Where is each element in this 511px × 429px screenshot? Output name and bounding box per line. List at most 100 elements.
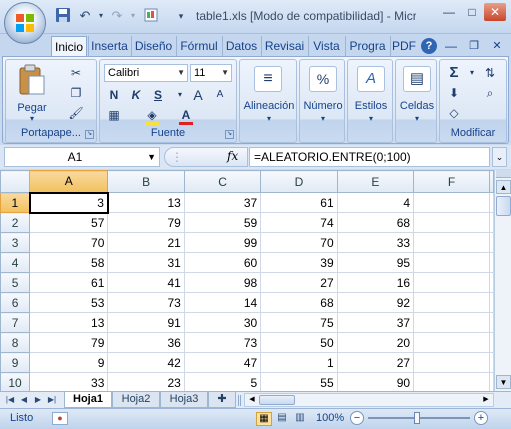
cells-group[interactable]: ▤ Celdas ▾ — [395, 59, 437, 143]
cell[interactable]: 23 — [107, 372, 185, 391]
cell[interactable] — [489, 252, 494, 273]
tab-diseno[interactable]: Diseño — [131, 36, 175, 57]
cell[interactable] — [413, 292, 490, 313]
last-sheet-icon[interactable]: ▶| — [46, 394, 58, 406]
first-sheet-icon[interactable]: |◀ — [4, 394, 16, 406]
zoom-slider-thumb[interactable] — [414, 412, 420, 424]
cell[interactable] — [413, 372, 490, 391]
paste-button[interactable]: Pegar ▾ — [10, 62, 54, 124]
scroll-up-icon[interactable]: ▲ — [496, 180, 511, 194]
cell[interactable]: 99 — [183, 232, 262, 253]
cell[interactable]: 37 — [336, 312, 415, 333]
column-header-c[interactable]: C — [183, 170, 262, 193]
cell[interactable] — [413, 332, 490, 353]
cell[interactable]: 16 — [336, 272, 415, 293]
cell[interactable]: 92 — [336, 292, 415, 313]
cell[interactable]: 33 — [29, 372, 109, 391]
copy-icon[interactable]: ❐ — [66, 84, 86, 102]
cell[interactable]: 13 — [29, 312, 109, 333]
cell[interactable]: 55 — [260, 372, 338, 391]
cell[interactable]: 73 — [183, 332, 262, 353]
cell[interactable]: 75 — [260, 312, 338, 333]
cell[interactable]: 27 — [260, 272, 338, 293]
tab-inicio[interactable]: Inicio — [51, 36, 87, 57]
expand-formula-icon[interactable]: ⌄ — [492, 147, 507, 167]
cell[interactable]: 74 — [260, 212, 338, 233]
vertical-scrollbar[interactable]: ▲ ▼ — [494, 170, 511, 391]
cell[interactable]: 61 — [260, 192, 338, 213]
cell[interactable]: 98 — [183, 272, 262, 293]
row-header[interactable]: 7 — [0, 312, 31, 333]
cell[interactable]: 53 — [29, 292, 109, 313]
cell[interactable]: 79 — [107, 212, 185, 233]
cell[interactable]: 33 — [336, 232, 415, 253]
cell[interactable]: 30 — [183, 312, 262, 333]
cell[interactable]: 61 — [29, 272, 109, 293]
name-box-dropdown-icon[interactable]: ▼ — [147, 148, 156, 166]
cell[interactable]: 91 — [107, 312, 185, 333]
cell[interactable]: 68 — [260, 292, 338, 313]
active-cell[interactable]: 3 — [28, 191, 109, 214]
cell[interactable]: 73 — [107, 292, 185, 313]
tab-pdf[interactable]: PDF — [390, 36, 417, 57]
row-header[interactable]: 8 — [0, 332, 31, 353]
find-select-icon[interactable]: ⌕ — [480, 84, 500, 102]
cell[interactable]: 60 — [183, 252, 262, 273]
cell[interactable] — [489, 192, 494, 213]
cell[interactable]: 90 — [336, 372, 415, 391]
underline-dropdown-icon[interactable]: ▾ — [170, 86, 190, 104]
insert-function-icon[interactable]: fx — [227, 149, 238, 163]
scroll-down-icon[interactable]: ▼ — [496, 375, 511, 389]
column-header-partial[interactable] — [489, 170, 494, 193]
cell[interactable]: 1 — [260, 352, 338, 373]
column-header-a[interactable]: A — [29, 170, 109, 193]
normal-view-icon[interactable]: ▦ — [256, 412, 272, 426]
cut-icon[interactable]: ✂ — [66, 64, 86, 82]
cell[interactable]: 39 — [260, 252, 338, 273]
cell[interactable]: 70 — [29, 232, 109, 253]
cell[interactable]: 70 — [260, 232, 338, 253]
name-box[interactable]: A1 ▼ — [4, 147, 160, 167]
maximize-button[interactable]: □ — [461, 3, 483, 21]
cell[interactable]: 37 — [183, 192, 262, 213]
row-header[interactable]: 6 — [0, 292, 31, 313]
number-group[interactable]: % Número ▾ — [299, 59, 345, 143]
scroll-right-icon[interactable]: ▶ — [480, 394, 492, 406]
cell[interactable]: 42 — [107, 352, 185, 373]
cell[interactable]: 9 — [29, 352, 109, 373]
ribbon-minimize-icon[interactable]: — — [443, 38, 459, 54]
cell[interactable]: 79 — [29, 332, 109, 353]
cell[interactable]: 41 — [107, 272, 185, 293]
tab-formulas[interactable]: Fórmul — [176, 36, 221, 57]
save-icon[interactable] — [54, 7, 72, 25]
row-header[interactable]: 3 — [0, 232, 31, 253]
bold-button[interactable]: N — [104, 86, 124, 104]
help-icon[interactable]: ? — [421, 38, 437, 54]
autosum-dropdown-icon[interactable]: ▾ — [462, 64, 482, 82]
quick-print-icon[interactable] — [142, 7, 160, 25]
cell[interactable]: 13 — [107, 192, 185, 213]
row-header[interactable]: 2 — [0, 212, 31, 233]
font-name-select[interactable]: Calibri ▼ — [104, 64, 188, 82]
workbook-close-icon[interactable]: ✕ — [489, 38, 505, 54]
cell[interactable] — [489, 312, 494, 333]
cell[interactable]: 59 — [183, 212, 262, 233]
scroll-thumb[interactable] — [496, 196, 511, 216]
page-break-view-icon[interactable]: ▥ — [292, 412, 308, 426]
sheet-tab-hoja2[interactable]: Hoja2 — [112, 392, 160, 408]
select-all-corner[interactable] — [0, 170, 31, 193]
cell[interactable]: 50 — [260, 332, 338, 353]
cell[interactable] — [489, 232, 494, 253]
customize-icon[interactable]: ▾ — [172, 7, 190, 25]
cell[interactable]: 4 — [336, 192, 415, 213]
row-header[interactable]: 5 — [0, 272, 31, 293]
cell[interactable] — [489, 272, 494, 293]
font-size-select[interactable]: 11 ▼ — [190, 64, 232, 82]
cell[interactable] — [489, 292, 494, 313]
minimize-button[interactable]: — — [438, 3, 460, 21]
clear-icon[interactable]: ◇ — [444, 104, 464, 122]
column-header-f[interactable]: F — [413, 170, 490, 193]
cell[interactable]: 47 — [183, 352, 262, 373]
cell[interactable]: 58 — [29, 252, 109, 273]
alignment-group[interactable]: ≡ Alineación ▾ — [239, 59, 297, 143]
